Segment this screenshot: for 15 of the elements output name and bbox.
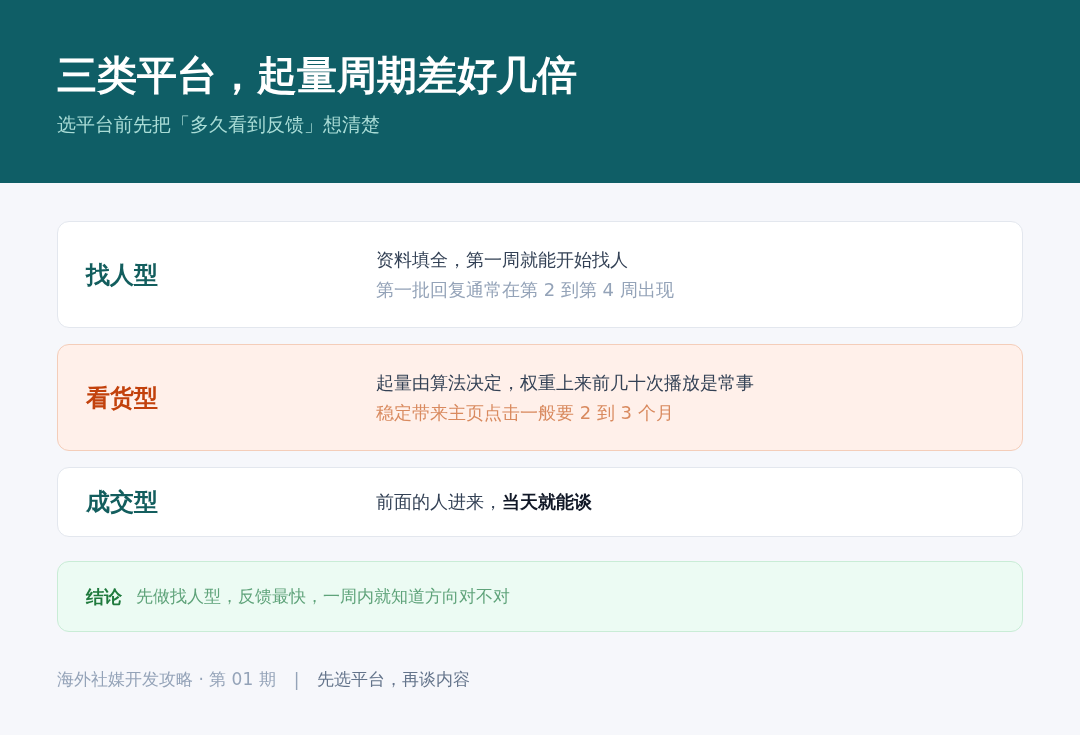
description: 前面的人进来，当天就能谈 xyxy=(376,490,592,514)
page-subtitle: 选平台前先把「多久看到反馈」想清楚 xyxy=(57,112,380,137)
timeline-note: 稳定带来主页点击一般要 2 到 3 个月 xyxy=(376,400,675,425)
description: 起量由算法决定，权重上来前几十次播放是常事 xyxy=(376,370,754,395)
page-title: 三类平台，起量周期差好几倍 xyxy=(57,51,578,100)
conclusion-label: 结论 xyxy=(86,584,122,609)
series-info: 海外社媒开发攻略 · 第 01 期 xyxy=(57,668,276,691)
platform-type: 看货型 xyxy=(86,382,159,414)
platform-type: 成交型 xyxy=(86,487,159,518)
description: 资料填全，第一周就能开始找人 xyxy=(376,247,629,272)
tagline: 先选平台，再谈内容 xyxy=(317,668,471,691)
conclusion-text: 先做找人型，反馈最快，一周内就知道方向对不对 xyxy=(136,585,510,608)
platform-type: 找人型 xyxy=(86,259,159,291)
timeline-note: 第一批回复通常在第 2 到第 4 周出现 xyxy=(376,277,674,302)
separator: | xyxy=(293,669,300,690)
